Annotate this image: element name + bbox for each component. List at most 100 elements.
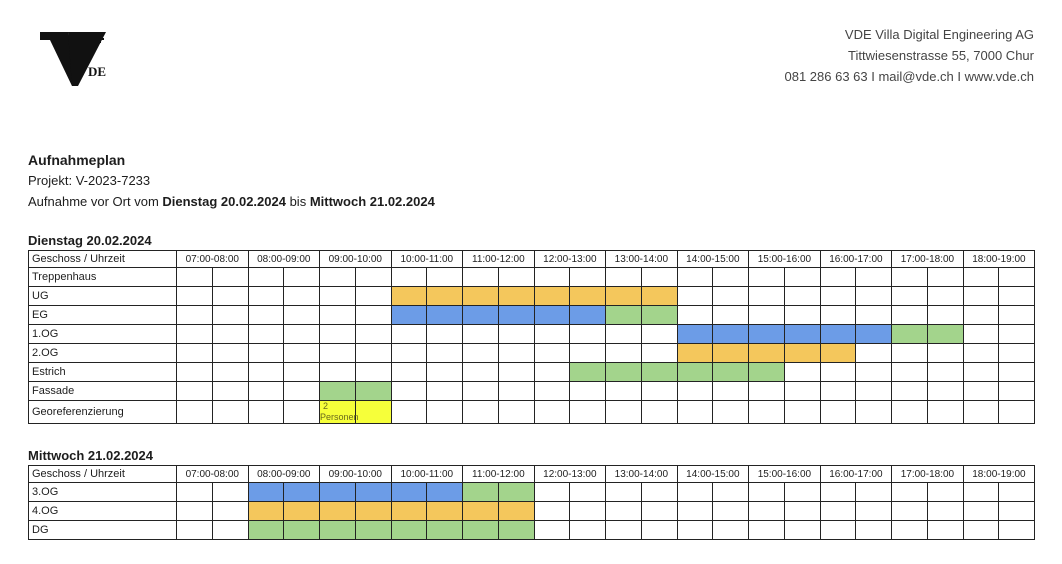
hour-header: 12:00-13:00 [534, 466, 606, 483]
hour-header: 08:00-09:00 [248, 251, 320, 268]
project-id: V-2023-7233 [76, 173, 150, 188]
segment-cell [749, 382, 785, 401]
table-head: Geschoss / Uhrzeit07:00-08:0008:00-09:00… [29, 251, 1035, 268]
segment-cell [713, 363, 749, 382]
segment-cell [498, 382, 534, 401]
row-label: EG [29, 306, 177, 325]
segment-cell [177, 268, 213, 287]
segment-cell [534, 306, 570, 325]
segment-cell [320, 268, 356, 287]
segment-cell [534, 382, 570, 401]
segment-cell [177, 344, 213, 363]
segment-cell [427, 363, 463, 382]
segment-cell [927, 325, 963, 344]
table-body: TreppenhausUGEG1.OG2.OGEstrichFassadeGeo… [29, 268, 1035, 424]
segment-cell [784, 502, 820, 521]
segment-cell [963, 325, 999, 344]
row-header-cell: Geschoss / Uhrzeit [29, 466, 177, 483]
segment-cell [927, 521, 963, 540]
hour-header: 17:00-18:00 [892, 466, 964, 483]
segment-cell [641, 502, 677, 521]
segment-cell [391, 306, 427, 325]
segment-cell [892, 268, 928, 287]
segment-cell [355, 502, 391, 521]
segment-cell [641, 344, 677, 363]
segment-cell [927, 502, 963, 521]
segment-cell [641, 401, 677, 424]
segment-cell [784, 287, 820, 306]
segment-cell [784, 363, 820, 382]
segment-cell [427, 502, 463, 521]
segment-cell [606, 306, 642, 325]
segment-cell [355, 306, 391, 325]
segment-cell [892, 382, 928, 401]
row-label: 3.OG [29, 483, 177, 502]
segment-cell [463, 483, 499, 502]
date-range: Aufnahme vor Ort vom Dienstag 20.02.2024… [28, 194, 1034, 209]
segment-cell [534, 401, 570, 424]
hour-header: 18:00-19:00 [963, 466, 1035, 483]
segment-cell [999, 268, 1035, 287]
segment-cell [570, 363, 606, 382]
segment-cell [713, 287, 749, 306]
segment-cell [463, 287, 499, 306]
segment-cell [713, 325, 749, 344]
segment-cell [713, 502, 749, 521]
segment-cell [641, 287, 677, 306]
segment-cell [749, 483, 785, 502]
hour-header: 17:00-18:00 [892, 251, 964, 268]
segment-cell [391, 521, 427, 540]
segment-cell [856, 363, 892, 382]
segment-cell [463, 363, 499, 382]
segment-cell [427, 483, 463, 502]
segment-cell [677, 363, 713, 382]
segment-cell [641, 521, 677, 540]
hour-header: 11:00-12:00 [463, 251, 535, 268]
hour-header: 07:00-08:00 [177, 251, 249, 268]
segment-cell [963, 363, 999, 382]
table-row: Treppenhaus [29, 268, 1035, 287]
segment-cell [963, 483, 999, 502]
segment-cell [999, 287, 1035, 306]
segment-cell [856, 268, 892, 287]
segment-cell [927, 382, 963, 401]
segment-cell [677, 268, 713, 287]
segment-cell [355, 483, 391, 502]
segment-cell [427, 382, 463, 401]
segment-cell [498, 401, 534, 424]
segment-cell [820, 306, 856, 325]
segment-cell [784, 483, 820, 502]
segment-cell [355, 521, 391, 540]
segment-cell [641, 325, 677, 344]
segment-cell [784, 521, 820, 540]
segment-cell [784, 325, 820, 344]
segment-cell [784, 306, 820, 325]
segment-cell [391, 483, 427, 502]
segment-cell [212, 483, 248, 502]
segment-cell [498, 268, 534, 287]
hour-header: 15:00-16:00 [749, 466, 821, 483]
segment-cell [248, 268, 284, 287]
segment-cell [570, 287, 606, 306]
segment-cell [391, 325, 427, 344]
row-label: 1.OG [29, 325, 177, 344]
segment-cell [856, 325, 892, 344]
hour-header: 08:00-09:00 [248, 466, 320, 483]
company-name: VDE Villa Digital Engineering AG [784, 25, 1034, 45]
table-row: 2.OG [29, 344, 1035, 363]
segment-cell [641, 363, 677, 382]
segment-cell [677, 306, 713, 325]
segment-cell [320, 363, 356, 382]
company-info: VDE Villa Digital Engineering AG Tittwie… [784, 24, 1034, 88]
vde-logo: DE [28, 24, 116, 96]
project-line: Projekt: V-2023-7233 [28, 173, 1034, 188]
segment-cell [248, 483, 284, 502]
segment-cell [749, 268, 785, 287]
range-to: Mittwoch 21.02.2024 [310, 194, 435, 209]
segment-cell [534, 363, 570, 382]
segment-cell [820, 268, 856, 287]
segment-cell [284, 306, 320, 325]
segment-cell [248, 287, 284, 306]
segment-cell [320, 521, 356, 540]
segment-cell [570, 401, 606, 424]
